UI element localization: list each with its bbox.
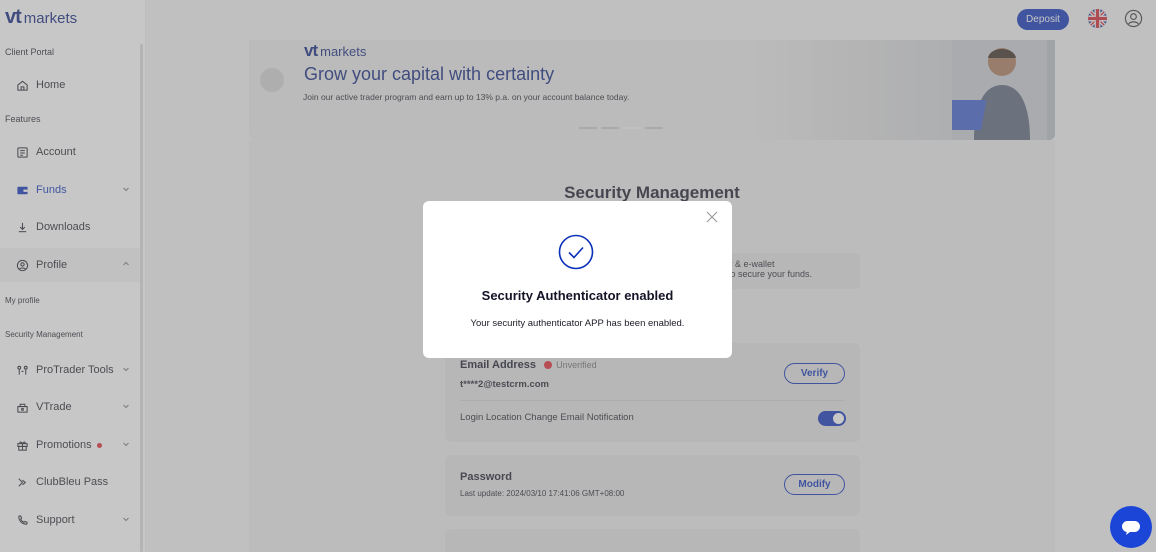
- close-icon[interactable]: [706, 211, 718, 223]
- success-modal: Security Authenticator enabled Your secu…: [423, 201, 732, 358]
- chat-icon: [1122, 521, 1140, 535]
- modal-message: Your security authenticator APP has been…: [470, 318, 685, 329]
- modal-title: Security Authenticator enabled: [481, 288, 674, 303]
- chat-support-button[interactable]: [1110, 506, 1152, 548]
- check-circle-icon: [558, 234, 594, 270]
